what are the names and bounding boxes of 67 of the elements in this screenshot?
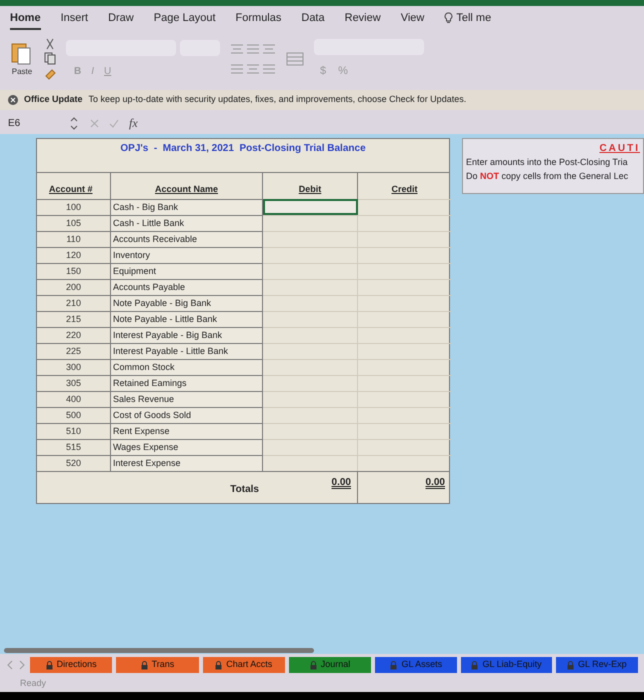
name-box[interactable]: E6 (8, 116, 58, 130)
lock-icon (140, 660, 148, 670)
table-cell: Sales Revenue (111, 391, 263, 407)
column-header: Account # (37, 173, 111, 199)
table-cell: Accounts Payable (111, 279, 263, 295)
align-icon[interactable] (230, 63, 276, 75)
ribbon-tab[interactable]: Draw (108, 10, 134, 30)
cancel-icon[interactable] (90, 118, 99, 128)
caution-text: Enter amounts into the Post-Closing Tria (466, 156, 629, 169)
update-message: To keep up-to-date with security updates, fixes, and improvements, choose Check for Updates. (88, 93, 466, 106)
totals-label: Totals (230, 483, 259, 497)
copy-icon[interactable] (44, 52, 56, 65)
ribbon-tab[interactable]: Formulas (236, 10, 282, 30)
align-icon[interactable] (230, 43, 276, 55)
table-cell: Cost of Goods Sold (111, 407, 263, 423)
sheet-tab[interactable]: Trans (116, 657, 199, 673)
total-value: 0.00 (332, 476, 351, 490)
table-cell: Retained Eamings (111, 375, 263, 391)
ribbon-tab[interactable]: Insert (60, 10, 88, 30)
table-cell: Note Payable - Little Bank (111, 311, 263, 327)
table-cell: Interest Payable - Big Bank (111, 327, 263, 343)
input-field[interactable] (263, 199, 358, 215)
table-cell: Inventory (111, 247, 263, 263)
total-value: 0.00 (426, 476, 445, 490)
lock-icon (471, 660, 478, 670)
lock-icon (310, 660, 317, 670)
table-cell: Equipment (111, 263, 263, 279)
table-cell: Common Stock (111, 359, 263, 375)
status-text: Ready (20, 677, 46, 690)
function-button[interactable]: fx (129, 114, 138, 132)
ribbon-tab[interactable]: Data (301, 10, 325, 30)
lock-icon (215, 660, 222, 670)
table-cell: Cash - Little Bank (111, 215, 263, 231)
check-icon[interactable] (109, 118, 119, 128)
table-cell: Cash - Big Bank (111, 199, 263, 215)
sheet-title: OPJ's - March 31, 2021 Post-Closing Trial Balance (37, 139, 449, 173)
caution-text: Do NOT copy cells from the General Lec (466, 170, 630, 183)
sheet-tab[interactable]: Directions (30, 657, 112, 673)
close-icon[interactable] (8, 95, 18, 105)
ribbon-tab[interactable]: Review (344, 10, 381, 30)
lightbulb-icon (444, 12, 454, 24)
table-cell: Interest Payable - Little Bank (111, 343, 263, 359)
column-header: Credit (390, 182, 418, 196)
sheet-tab[interactable]: Chart Accts (202, 657, 285, 673)
sheet-tab[interactable]: Journal (288, 657, 372, 673)
paste-button[interactable]: Paste (10, 40, 34, 78)
previous-sheet-icon[interactable] (6, 660, 14, 670)
cut-icon[interactable] (44, 38, 56, 50)
ribbon-tab[interactable]: View (400, 10, 424, 30)
scrollbar-thumb[interactable] (4, 648, 314, 653)
next-sheet-icon[interactable] (18, 660, 26, 670)
ribbon-tab[interactable]: Page Layout (154, 10, 216, 30)
ribbon-tab[interactable]: Home (10, 10, 41, 30)
stepper-icon[interactable] (68, 116, 80, 130)
table-cell: Wages Expense (111, 439, 263, 455)
update-title: Office Update (24, 93, 83, 106)
table-icon[interactable] (286, 52, 304, 66)
lock-icon (566, 660, 574, 670)
table-cell: Rent Expense (111, 423, 263, 439)
table-cell: Accounts Receivable (111, 231, 263, 247)
format-painter-icon[interactable] (44, 67, 56, 80)
tell-me-button[interactable]: Tell me (444, 10, 492, 30)
lock-icon (390, 660, 398, 670)
lock-icon (46, 660, 53, 670)
table-cell: Note Payable - Big Bank (111, 295, 263, 311)
caution-title: CAUTI (599, 143, 640, 154)
table-cell: Interest Expense (111, 455, 263, 471)
